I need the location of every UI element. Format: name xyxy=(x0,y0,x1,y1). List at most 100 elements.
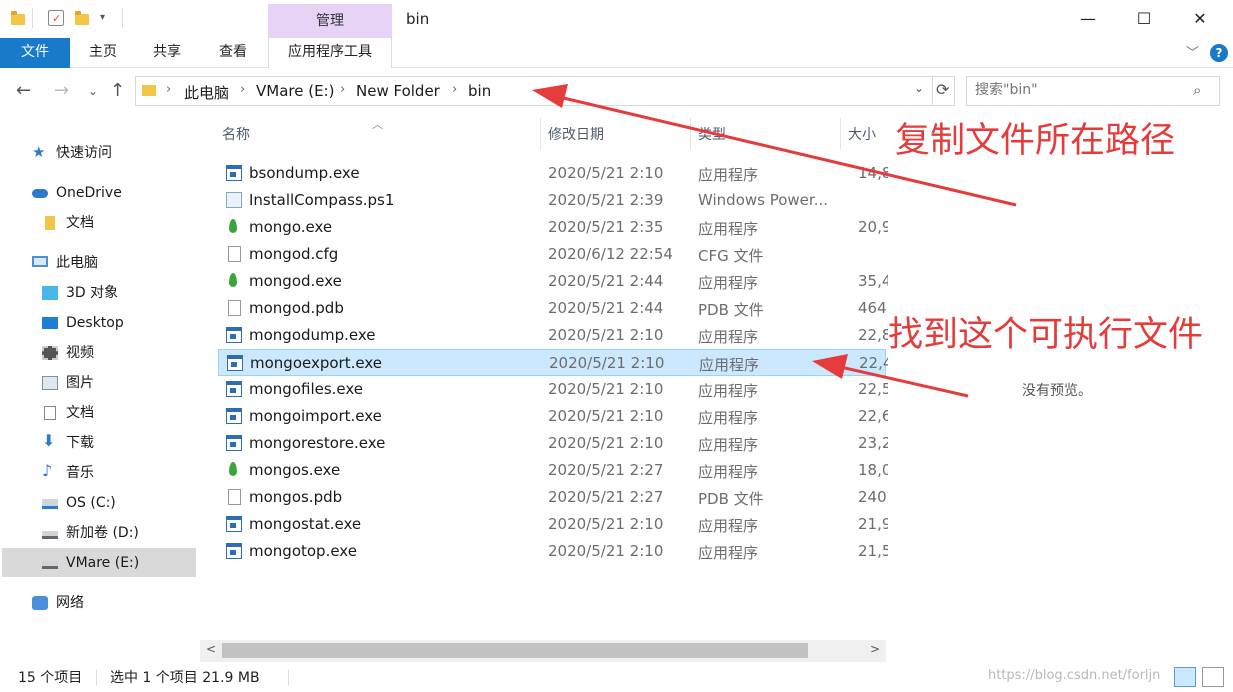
file-row[interactable]: mongodump.exe 2020/5/21 2:10 应用程序 22,8 xyxy=(218,322,888,349)
horizontal-scrollbar[interactable]: < > xyxy=(200,640,886,662)
address-bar[interactable]: › 此电脑 › VMare (E:) › New Folder › bin ⌄ … xyxy=(135,76,955,106)
file-type: 应用程序 xyxy=(698,274,759,292)
file-row[interactable]: mongos.pdb 2020/5/21 2:27 PDB 文件 240,1 xyxy=(218,484,888,511)
tab-share[interactable]: 共享 xyxy=(140,38,194,68)
file-name: mongod.cfg xyxy=(249,245,339,263)
tab-application-tools[interactable]: 应用程序工具 xyxy=(268,38,392,68)
scrollbar-thumb[interactable] xyxy=(222,643,808,658)
ribbon-tabs: 文件 主页 共享 查看 应用程序工具 xyxy=(0,38,1233,68)
properties-icon[interactable]: ✓ xyxy=(48,10,64,26)
file-list: ︿ 名称 修改日期 类型 大小 bsondump.exe 2020/5/21 2:… xyxy=(200,118,888,638)
film-icon xyxy=(42,346,58,360)
file-row[interactable]: mongofiles.exe 2020/5/21 2:10 应用程序 22,5 xyxy=(218,376,888,403)
windows-drive-icon xyxy=(42,499,58,509)
folder-icon xyxy=(142,85,156,96)
file-row[interactable]: mongos.exe 2020/5/21 2:27 应用程序 18,0 xyxy=(218,457,888,484)
quick-access-dropdown-icon[interactable]: ▾ xyxy=(100,12,116,28)
application-icon xyxy=(226,543,242,559)
file-type: PDB 文件 xyxy=(698,301,764,319)
breadcrumb-bin[interactable]: bin xyxy=(468,82,491,100)
file-row[interactable]: mongod.pdb 2020/5/21 2:44 PDB 文件 464,8 xyxy=(218,295,888,322)
file-type: 应用程序 xyxy=(698,409,759,427)
breadcrumb-new-folder[interactable]: New Folder xyxy=(356,82,440,100)
column-separator[interactable] xyxy=(840,118,841,150)
file-size: 22,8 xyxy=(858,326,888,344)
computer-icon xyxy=(32,256,48,267)
breadcrumb-drive[interactable]: VMare (E:) xyxy=(256,82,334,100)
scroll-left-icon[interactable]: < xyxy=(206,642,216,656)
column-header-type[interactable]: 类型 xyxy=(698,124,726,144)
forward-arrow-icon[interactable]: → xyxy=(54,80,69,101)
column-header-date[interactable]: 修改日期 xyxy=(548,124,604,144)
application-icon xyxy=(227,355,243,371)
breadcrumb-separator[interactable]: › xyxy=(240,82,245,97)
file-size: 22,6 xyxy=(858,407,888,425)
context-tab-group-label: 管理 xyxy=(268,4,392,38)
refresh-icon[interactable]: ⟳ xyxy=(936,80,949,99)
file-date-modified: 2020/5/21 2:39 xyxy=(548,191,664,209)
tab-view[interactable]: 查看 xyxy=(206,38,260,68)
folder-icon xyxy=(10,10,26,26)
up-arrow-icon[interactable]: ↑ xyxy=(110,80,125,101)
maximize-button[interactable]: ☐ xyxy=(1116,0,1172,38)
address-dropdown-icon[interactable]: ⌄ xyxy=(914,81,924,95)
breadcrumb-separator[interactable]: › xyxy=(452,82,457,97)
preview-empty-message: 没有预览。 xyxy=(1022,383,1092,399)
file-type: 应用程序 xyxy=(698,220,759,238)
close-button[interactable]: ✕ xyxy=(1172,0,1228,38)
desktop-icon xyxy=(42,317,58,329)
file-date-modified: 2020/5/21 2:10 xyxy=(548,164,664,182)
file-type: Windows Power... xyxy=(698,191,829,209)
breadcrumb-separator[interactable]: › xyxy=(166,82,171,97)
application-icon xyxy=(226,381,242,397)
application-icon xyxy=(226,165,242,181)
file-row[interactable]: mongotop.exe 2020/5/21 2:10 应用程序 21,5 xyxy=(218,538,888,565)
column-separator[interactable] xyxy=(540,118,541,150)
file-size: 20,9 xyxy=(858,218,888,236)
file-type: 应用程序 xyxy=(698,328,759,346)
title-bar: ✓ ▾ xyxy=(0,0,1233,38)
column-header-size[interactable]: 大小 xyxy=(848,124,876,144)
ribbon-expand-icon[interactable]: ﹀ xyxy=(1186,42,1199,61)
column-header-name[interactable]: 名称 xyxy=(222,124,250,144)
file-row[interactable]: mongod.cfg 2020/6/12 22:54 CFG 文件 xyxy=(218,241,886,268)
file-name: mongod.exe xyxy=(249,272,342,290)
breadcrumb-separator[interactable]: › xyxy=(340,82,345,97)
details-view-icon[interactable] xyxy=(1174,667,1196,687)
file-type: 应用程序 xyxy=(698,382,759,400)
large-icons-view-icon[interactable] xyxy=(1202,667,1224,687)
cube-icon xyxy=(42,286,58,300)
help-icon[interactable]: ? xyxy=(1210,44,1228,62)
back-arrow-icon[interactable]: ← xyxy=(16,80,31,101)
new-folder-icon[interactable] xyxy=(74,10,90,26)
file-type: 应用程序 xyxy=(698,517,759,535)
file-type: CFG 文件 xyxy=(698,247,764,265)
file-row[interactable]: mongo.exe 2020/5/21 2:35 应用程序 20,9 xyxy=(218,214,888,241)
file-row[interactable]: mongoexport.exe 2020/5/21 2:10 应用程序 22,4 xyxy=(218,349,888,376)
minimize-button[interactable]: — xyxy=(1060,0,1116,38)
file-name: mongostat.exe xyxy=(249,515,362,533)
column-separator[interactable] xyxy=(690,118,691,150)
file-row[interactable]: mongoimport.exe 2020/5/21 2:10 应用程序 22,6 xyxy=(218,403,888,430)
file-date-modified: 2020/5/21 2:10 xyxy=(548,326,664,344)
recent-locations-icon[interactable]: ⌄ xyxy=(88,84,98,98)
file-row[interactable]: mongostat.exe 2020/5/21 2:10 应用程序 21,9 xyxy=(218,511,888,538)
file-date-modified: 2020/6/12 22:54 xyxy=(548,245,673,263)
scroll-right-icon[interactable]: > xyxy=(870,642,880,656)
file-row[interactable]: mongod.exe 2020/5/21 2:44 应用程序 35,4 xyxy=(218,268,888,295)
file-row[interactable]: InstallCompass.ps1 2020/5/21 2:39 Windows … xyxy=(218,187,886,214)
file-row[interactable]: bsondump.exe 2020/5/21 2:10 应用程序 14,8 xyxy=(218,160,888,187)
file-size: 18,0 xyxy=(858,461,888,479)
document-icon xyxy=(44,406,56,420)
search-icon[interactable]: ⌕ xyxy=(1193,81,1201,99)
file-row[interactable]: mongorestore.exe 2020/5/21 2:10 应用程序 23,2 xyxy=(218,430,888,457)
search-box[interactable]: ⌕ xyxy=(966,76,1220,106)
search-input[interactable] xyxy=(975,82,1175,98)
file-date-modified: 2020/5/21 2:10 xyxy=(548,407,664,425)
tab-home[interactable]: 主页 xyxy=(76,38,130,68)
powershell-script-icon xyxy=(226,192,242,208)
breadcrumb-this-pc[interactable]: 此电脑 xyxy=(184,82,229,103)
tab-file[interactable]: 文件 xyxy=(0,38,70,68)
drive-icon xyxy=(42,561,58,569)
file-name: mongo.exe xyxy=(249,218,333,236)
